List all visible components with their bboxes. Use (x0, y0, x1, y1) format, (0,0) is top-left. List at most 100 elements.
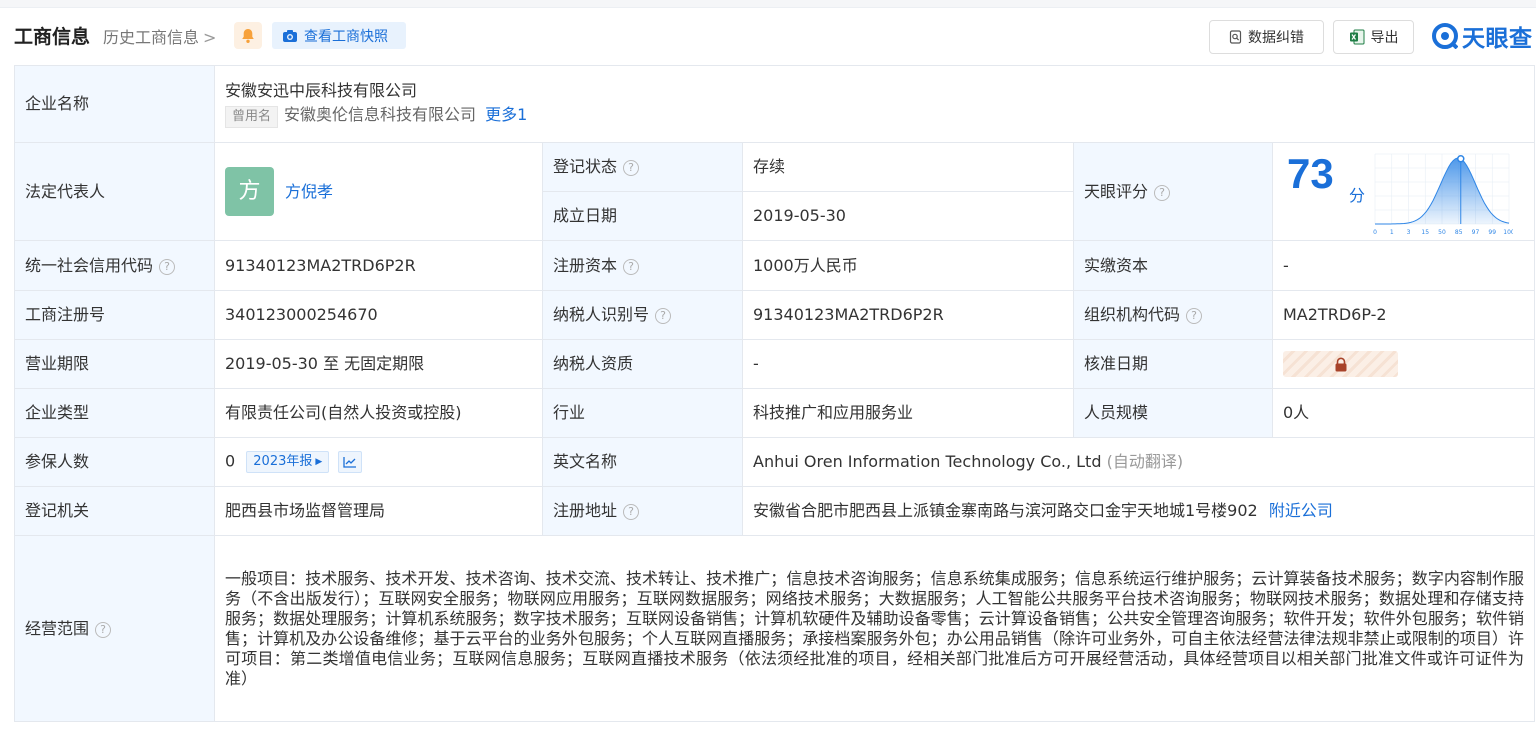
chart-x-ticks: 0 1 3 15 50 85 97 99 100 (1373, 229, 1513, 236)
trend-chart-button[interactable] (338, 451, 363, 473)
label-insured: 参保人数 (14, 437, 215, 487)
label-approval-date: 核准日期 (1073, 339, 1273, 389)
approval-date-cell (1271, 339, 1536, 389)
reg-capital-value: 1000万人民币 (742, 240, 1074, 291)
org-code-value: MA2TRD6P-2 (1271, 290, 1536, 340)
former-name-more-link[interactable]: 更多1 (485, 105, 527, 124)
score-unit: 分 (1349, 185, 1366, 205)
row-company-type: 企业类型 有限责任公司(自然人投资或控股) 行业 科技推广和应用服务业 人员规模… (14, 388, 1536, 438)
label-reg-number: 工商注册号 (14, 290, 215, 340)
help-icon[interactable]: ? (623, 258, 640, 275)
legal-rep-name-link[interactable]: 方倪孝 (285, 182, 333, 202)
insured-value: 0 (225, 451, 236, 471)
label-reg-status-text: 登记状态 (553, 157, 618, 176)
scope-value: 一般项目：技术服务、技术开发、技术咨询、技术交流、技术转让、技术推广；信息技术咨… (213, 535, 1536, 722)
label-industry: 行业 (542, 388, 743, 438)
auto-translate-note: (自动翻译) (1106, 452, 1184, 471)
legal-rep-cell: 方 方倪孝 (214, 142, 543, 241)
reg-address-value: 安徽省合肥市肥西县上派镇金寨南路与滨河路交口金宇天地城1号楼902 (753, 501, 1258, 520)
bell-icon[interactable] (234, 22, 262, 49)
label-reg-address-text: 注册地址 (553, 501, 618, 520)
locked-value[interactable] (1283, 351, 1398, 377)
export-label: 导出 (1370, 30, 1399, 46)
reg-status-value: 存续 (742, 142, 1074, 192)
data-correct-button[interactable]: 数据纠错 (1209, 20, 1324, 54)
avatar: 方 (225, 167, 274, 216)
x-tick-label: 0 (1373, 229, 1377, 236)
x-tick-label: 3 (1407, 229, 1411, 236)
help-icon[interactable]: ? (623, 504, 640, 520)
camera-icon (283, 29, 297, 42)
former-name-tag: 曾用名 (225, 105, 279, 128)
label-tianyan-score-text: 天眼评分 (1084, 181, 1149, 201)
industry-value: 科技推广和应用服务业 (742, 388, 1074, 438)
label-established: 成立日期 (542, 191, 743, 241)
insured-cell: 0 2023年报 ▶ (214, 437, 543, 487)
staff-size-value: 0人 (1271, 388, 1536, 438)
label-scope: 经营范围? (14, 535, 215, 722)
row-reg-number: 工商注册号 340123000254670 纳税人识别号? 91340123MA… (14, 290, 1536, 340)
label-company-name: 企业名称 (14, 65, 215, 143)
x-tick-label: 85 (1455, 229, 1463, 236)
x-tick-label: 99 (1488, 229, 1496, 236)
company-type-value: 有限责任公司(自然人投资或控股) (214, 388, 543, 438)
english-name-cell: Anhui Oren Information Technology Co., L… (741, 437, 1536, 487)
row-scope: 经营范围? 一般项目：技术服务、技术开发、技术咨询、技术交流、技术转让、技术推广… (14, 535, 1536, 722)
label-reg-authority: 登记机关 (14, 486, 215, 536)
reg-address-cell: 安徽省合肥市肥西县上派镇金寨南路与滨河路交口金宇天地城1号楼902 附近公司 (741, 486, 1536, 536)
business-info-table: 企业名称 安徽安迅中辰科技有限公司 曾用名 安徽奥伦信息科技有限公司 更多1 法定… (14, 65, 1536, 722)
former-name-row: 曾用名 安徽奥伦信息科技有限公司 更多1 (225, 105, 1524, 128)
annual-report-label: 2023年报 (253, 454, 313, 469)
help-icon[interactable]: ? (623, 160, 640, 176)
help-icon[interactable]: ? (1186, 308, 1203, 324)
label-reg-capital-text: 注册资本 (553, 255, 618, 275)
help-icon[interactable]: ? (655, 308, 672, 324)
help-icon[interactable]: ? (95, 621, 112, 638)
top-strip (0, 0, 1536, 8)
label-reg-status: 登记状态? (542, 142, 743, 192)
snapshot-label: 查看工商快照 (304, 28, 388, 45)
logo-icon (1432, 23, 1458, 49)
history-info-label: 历史工商信息 (103, 28, 200, 47)
export-button[interactable]: 导出 (1333, 20, 1414, 54)
row-credit-code: 统一社会信用代码? 91340123MA2TRD6P2R 注册资本? 1000万… (14, 240, 1536, 291)
taxpayer-id-value: 91340123MA2TRD6P2R (742, 290, 1074, 340)
help-icon[interactable]: ? (1154, 184, 1171, 201)
x-tick-label: 97 (1472, 229, 1480, 236)
x-tick-label: 100 (1503, 229, 1513, 236)
label-tianyan-score: 天眼评分? (1073, 142, 1273, 241)
label-taxpayer-id-text: 纳税人识别号 (553, 305, 650, 324)
paid-capital-value: - (1271, 240, 1536, 291)
snapshot-button[interactable]: 查看工商快照 (272, 22, 406, 49)
label-org-code-text: 组织机构代码 (1084, 305, 1181, 324)
company-name-cell: 安徽安迅中辰科技有限公司 曾用名 安徽奥伦信息科技有限公司 更多1 (213, 65, 1536, 143)
taxpayer-qual-value: - (742, 339, 1074, 389)
row-legal-rep: 法定代表人 方 方倪孝 登记状态? 存续 天眼评分? 73 分 0 1 3 15… (14, 142, 1536, 241)
row-insured: 参保人数 0 2023年报 ▶ 英文名称 Anhui Oren Informati… (14, 437, 1536, 487)
annual-report-tag[interactable]: 2023年报 ▶ (246, 451, 330, 473)
trend-chart-icon (343, 457, 357, 468)
label-staff-size: 人员规模 (1073, 388, 1273, 438)
label-scope-text: 经营范围 (25, 618, 90, 638)
score-distribution-chart: 0 1 3 15 50 85 97 99 100 (1373, 153, 1513, 236)
excel-icon (1349, 29, 1364, 45)
section-title: 工商信息 (14, 26, 91, 48)
nearby-companies-link[interactable]: 附近公司 (1269, 501, 1333, 520)
label-credit-code: 统一社会信用代码? (14, 240, 215, 291)
x-tick-label: 50 (1438, 229, 1446, 236)
row-company-name: 企业名称 安徽安迅中辰科技有限公司 曾用名 安徽奥伦信息科技有限公司 更多1 (14, 65, 1536, 143)
lock-icon (1335, 357, 1346, 371)
former-name: 安徽奥伦信息科技有限公司 (284, 104, 477, 124)
history-info-link[interactable]: 历史工商信息 > (103, 24, 216, 48)
chevron-right-icon: > (203, 28, 217, 47)
tianyancha-logo: 天眼查 (1432, 18, 1533, 54)
row-term: 营业期限 2019-05-30 至 无固定期限 纳税人资质 - 核准日期 (14, 339, 1536, 389)
x-tick-label: 15 (1421, 229, 1429, 236)
label-english-name: 英文名称 (542, 437, 743, 487)
reg-number-value: 340123000254670 (214, 290, 543, 340)
tianyan-score-cell[interactable]: 73 分 0 1 3 15 50 85 97 99 100 (1271, 142, 1536, 241)
help-icon[interactable]: ? (159, 258, 176, 275)
label-credit-code-text: 统一社会信用代码 (25, 255, 154, 275)
score-number: 73 (1287, 149, 1334, 197)
label-term: 营业期限 (14, 339, 215, 389)
